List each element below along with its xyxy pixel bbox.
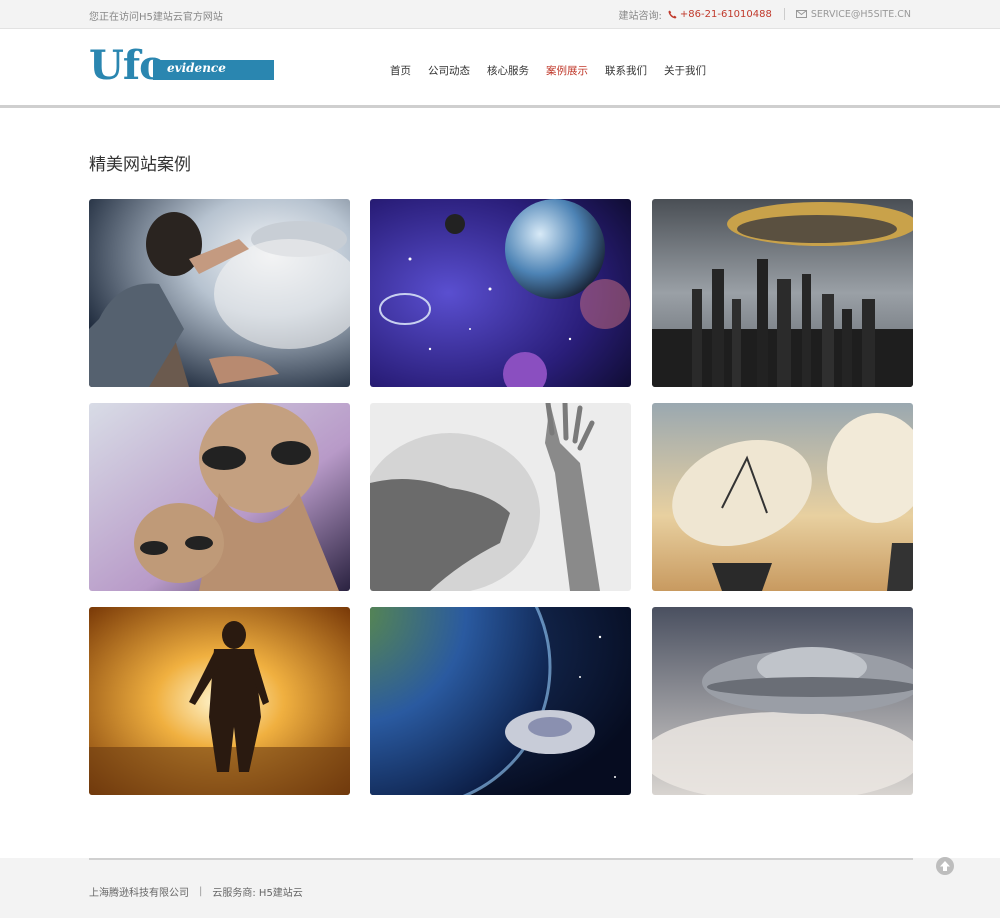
consult-label: 建站咨询: — [618, 10, 662, 22]
nav-item-services[interactable]: 核心服务 — [487, 63, 529, 78]
gallery-item-two-aliens[interactable] — [89, 403, 350, 591]
nav-item-news[interactable]: 公司动态 — [428, 63, 470, 78]
gallery-item-shadow-hand-silhouette[interactable] — [370, 403, 631, 591]
footer-divider-line — [89, 858, 913, 860]
site-header: Ufo evidence 首页 公司动态 核心服务 案例展示 联系我们 关于我们 — [0, 29, 1000, 108]
email-link[interactable]: SERVICE@H5SITE.CN — [811, 9, 911, 20]
gallery-item-flying-saucer-in-clouds[interactable] — [652, 607, 913, 795]
logo-sub-text: evidence — [167, 61, 226, 75]
nav-item-cases[interactable]: 案例展示 — [546, 63, 588, 78]
gallery-item-planets-in-purple-space[interactable] — [370, 199, 631, 387]
phone-icon — [668, 9, 677, 19]
site-footer: 上海腾逊科技有限公司 | 云服务商: H5建站云 — [0, 858, 1000, 918]
phone-number[interactable]: +86-21-61010488 — [680, 9, 772, 20]
footer-separator: | — [199, 886, 203, 897]
nav-item-home[interactable]: 首页 — [390, 63, 411, 78]
gallery-item-man-reaching-toward-ufo[interactable] — [89, 199, 350, 387]
nav-item-about[interactable]: 关于我们 — [664, 63, 706, 78]
divider — [783, 8, 785, 20]
gallery-item-radio-telescope-dishes[interactable] — [652, 403, 913, 591]
gallery-item-ufo-over-dark-city[interactable] — [652, 199, 913, 387]
gallery-item-earth-and-flying-saucer[interactable] — [370, 607, 631, 795]
arrow-up-circle-icon[interactable] — [936, 857, 954, 875]
section-title: 精美网站案例 — [89, 155, 191, 175]
contact-info: 建站咨询: +86-21-61010488 SERVICE@H5SITE.CN — [618, 7, 911, 22]
cloud-provider: 云服务商: H5建站云 — [212, 888, 303, 899]
site-logo[interactable]: Ufo evidence — [89, 42, 279, 89]
main-nav: 首页 公司动态 核心服务 案例展示 联系我们 关于我们 — [390, 63, 706, 78]
gallery-item-silhouette-in-golden-light[interactable] — [89, 607, 350, 795]
mail-icon — [795, 10, 807, 18]
top-info-bar: 您正在访问H5建站云官方网站 建站咨询: +86-21-61010488 SER… — [0, 0, 1000, 29]
logo-main-text: Ufo — [89, 42, 166, 89]
visiting-notice: 您正在访问H5建站云官方网站 — [89, 12, 223, 23]
company-name: 上海腾逊科技有限公司 — [89, 888, 189, 899]
nav-item-contact[interactable]: 联系我们 — [605, 63, 647, 78]
footer-info: 上海腾逊科技有限公司 | 云服务商: H5建站云 — [89, 884, 303, 899]
